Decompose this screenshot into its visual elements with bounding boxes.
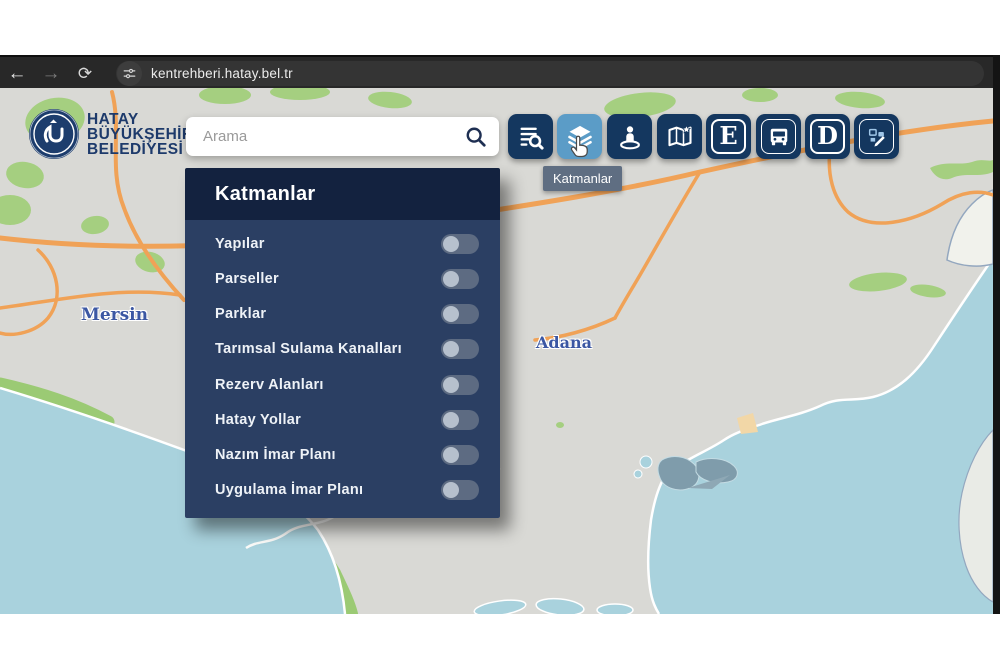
layers-panel: Katmanlar Yapılar Parseller Parklar Tarı… [185,168,500,518]
layer-label: Nazım İmar Planı [215,447,336,463]
layer-toggle[interactable] [441,375,479,395]
layer-label: Uygulama İmar Planı [215,482,363,498]
layer-toggle[interactable] [441,445,479,465]
layer-row: Nazım İmar Planı [185,440,500,470]
screenshot-stage: ← → ⟳ kentrehberi.hatay.bel.tr [0,0,1000,666]
layer-toggle-knob [443,341,459,357]
layer-row: Parklar [185,299,500,329]
layer-toggle-knob [443,306,459,322]
layers-panel-header: Katmanlar [185,168,500,220]
button-frame [761,119,796,154]
browser-toolbar: ← → ⟳ kentrehberi.hatay.bel.tr [0,55,1000,91]
layer-toggle[interactable] [441,480,479,500]
layer-toggle[interactable] [441,269,479,289]
layer-row: Parseller [185,264,500,294]
street-view-button[interactable] [607,114,652,159]
map-label-adana: Adana [536,333,592,352]
map-viewport[interactable]: Mersin Adana HATAY BÜYÜKŞEHİR BELEDİYESİ [0,88,993,614]
layers-icon [566,123,594,151]
layer-row: Uygulama İmar Planı [185,475,500,505]
reload-icon[interactable]: ⟳ [68,59,102,89]
search-input[interactable] [186,128,465,145]
layers-panel-body: Yapılar Parseller Parklar Tarımsal Sulam… [185,220,500,518]
back-icon[interactable]: ← [0,59,34,89]
map-star-icon [666,123,694,151]
layer-row: Hatay Yollar [185,405,500,435]
places-map-button[interactable] [657,114,702,159]
layer-label: Tarımsal Sulama Kanalları [215,341,402,357]
layer-toggle[interactable] [441,410,479,430]
letter-d-icon: D [817,124,838,148]
layer-row: Yapılar [185,229,500,259]
search-icon[interactable] [465,126,487,148]
url-text: kentrehberi.hatay.bel.tr [151,66,293,81]
url-bar[interactable]: kentrehberi.hatay.bel.tr [116,61,984,86]
layer-toggle[interactable] [441,304,479,324]
layer-label: Parklar [215,306,266,322]
layer-label: Yapılar [215,236,265,252]
query-list-button[interactable] [508,114,553,159]
layer-row: Rezerv Alanları [185,370,500,400]
layer-label: Parseller [215,271,279,287]
button-frame: D [810,119,845,154]
person-pin-icon [616,123,644,151]
layer-toggle-knob [443,271,459,287]
municipality-logo: HATAY BÜYÜKŞEHİR BELEDİYESİ [28,108,193,160]
plan-edit-button[interactable] [854,114,899,159]
layer-toggle-knob [443,412,459,428]
letter-e-button[interactable]: E [706,114,751,159]
list-search-icon [517,123,545,151]
layers-tooltip: Katmanlar [543,166,622,191]
layers-button[interactable] [557,114,602,159]
layer-toggle-knob [443,236,459,252]
layers-panel-title: Katmanlar [215,183,316,206]
screen-edge [993,55,1000,614]
municipality-emblem-icon [28,108,80,160]
map-label-mersin: Mersin [81,305,148,325]
search-box [186,117,499,156]
layer-label: Rezerv Alanları [215,377,324,393]
letter-e-icon: E [719,124,737,148]
layer-toggle-knob [443,482,459,498]
bus-icon [768,126,790,148]
plan-edit-icon [866,126,888,148]
layer-toggle[interactable] [441,234,479,254]
button-frame: E [711,119,746,154]
site-settings-icon[interactable] [117,61,142,86]
layer-row: Tarımsal Sulama Kanalları [185,334,500,364]
municipality-name: HATAY BÜYÜKŞEHİR BELEDİYESİ [87,112,193,157]
layer-label: Hatay Yollar [215,412,301,428]
layer-toggle[interactable] [441,339,479,359]
letter-d-button[interactable]: D [805,114,850,159]
button-frame [859,119,894,154]
bus-button[interactable] [756,114,801,159]
forward-icon[interactable]: → [34,59,68,89]
layer-toggle-knob [443,377,459,393]
layer-toggle-knob [443,447,459,463]
